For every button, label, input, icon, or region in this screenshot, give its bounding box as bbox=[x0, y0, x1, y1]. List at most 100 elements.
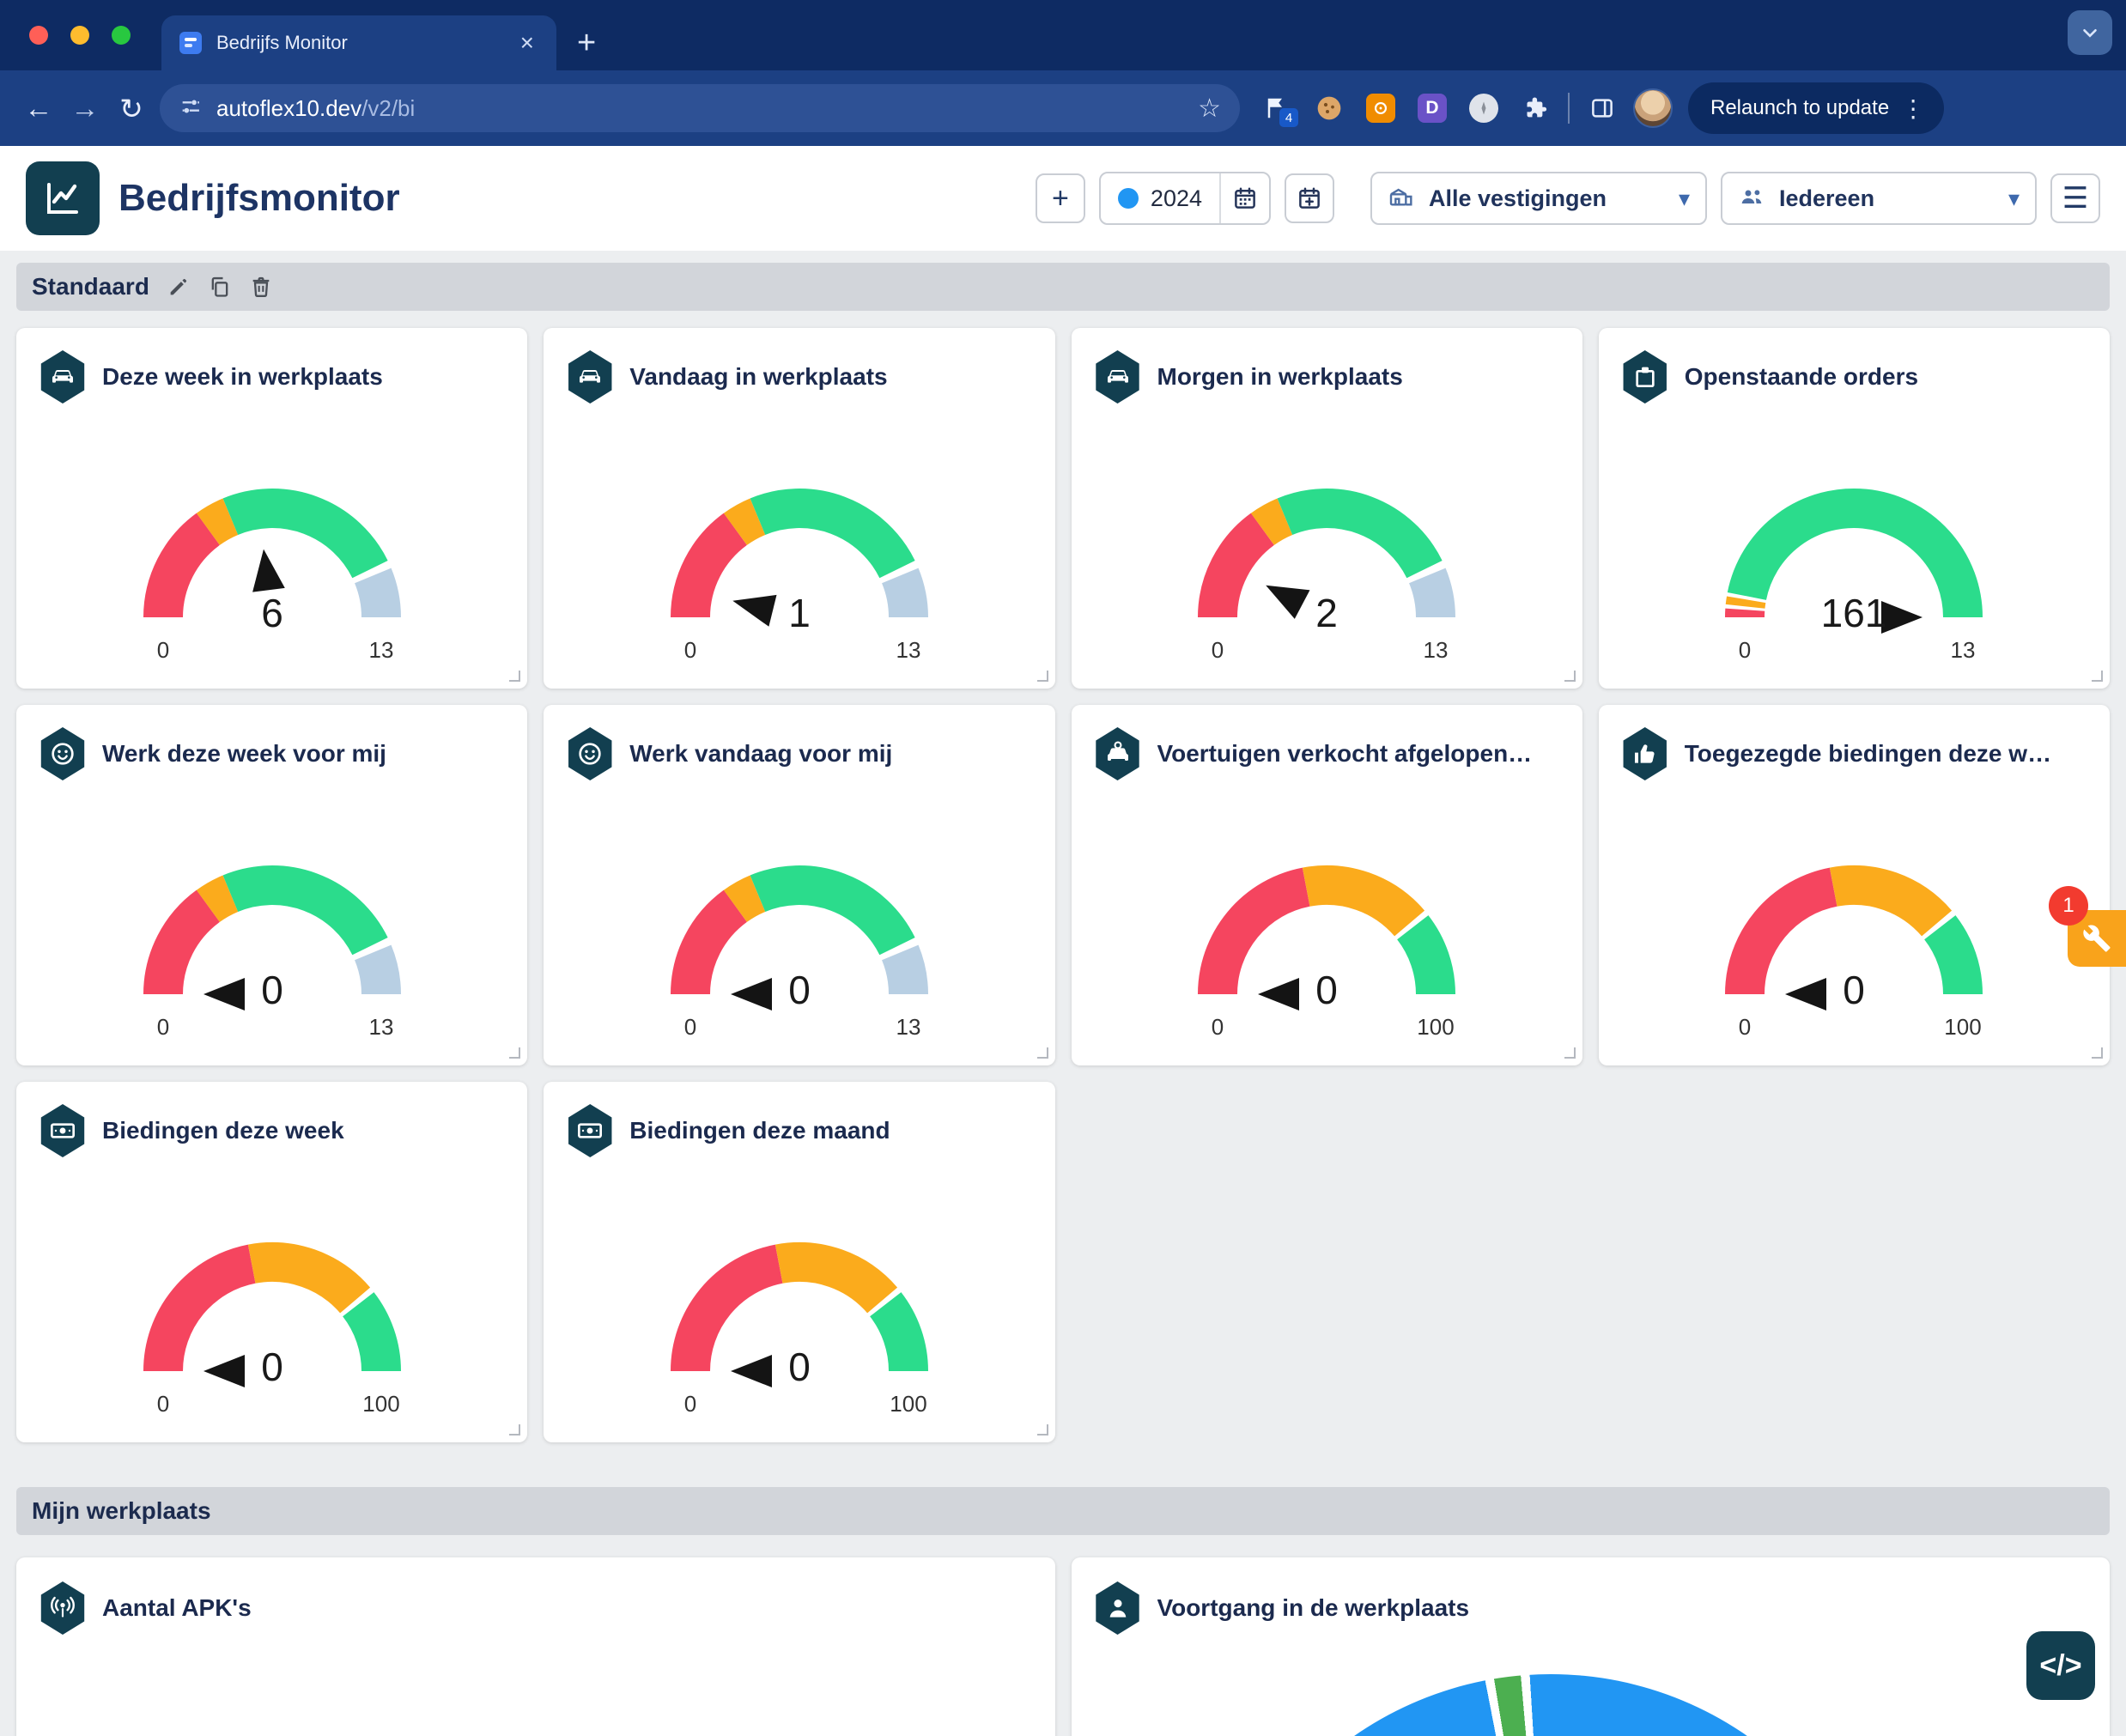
section-standaard: Standaard bbox=[16, 263, 2110, 311]
browser-toolbar: ← → ↻ autoflex10.dev/v2/bi ☆ 4 D bbox=[0, 70, 2126, 146]
people-filter-select[interactable]: Iedereen ▾ bbox=[1721, 172, 2037, 225]
resize-handle[interactable] bbox=[1037, 1047, 1048, 1059]
edit-pencil-icon[interactable] bbox=[167, 275, 191, 299]
calendar-add-icon[interactable] bbox=[1285, 173, 1334, 223]
resize-handle[interactable] bbox=[1037, 671, 1048, 682]
branch-filter-select[interactable]: Alle vestigingen ▾ bbox=[1370, 172, 1707, 225]
svg-text:13: 13 bbox=[896, 637, 920, 663]
url-text[interactable]: autoflex10.dev/v2/bi bbox=[216, 95, 1184, 122]
card-header: Voortgang in de werkplaats bbox=[1072, 1581, 2111, 1635]
reload-icon[interactable]: ↻ bbox=[108, 92, 155, 125]
car-icon bbox=[1094, 350, 1142, 404]
gauge-grid: Deze week in werkplaats 6013 Vandaag in … bbox=[16, 328, 2110, 1442]
gauge-card: Werk vandaag voor mij 0013 bbox=[544, 705, 1054, 1065]
card-header: Werk vandaag voor mij bbox=[544, 727, 1054, 780]
thumb-up-icon bbox=[1621, 727, 1669, 780]
minimize-window-button[interactable] bbox=[70, 26, 89, 45]
svg-text:1: 1 bbox=[788, 591, 811, 635]
branch-icon bbox=[1388, 183, 1415, 215]
svg-text:2: 2 bbox=[1315, 591, 1338, 635]
card-title: Openstaande orders bbox=[1685, 363, 1918, 391]
extension-badge: 4 bbox=[1279, 108, 1298, 127]
svg-text:100: 100 bbox=[890, 1391, 926, 1417]
svg-text:100: 100 bbox=[1945, 1014, 1982, 1040]
add-dashboard-button[interactable]: + bbox=[1036, 173, 1085, 223]
svg-text:0: 0 bbox=[156, 637, 168, 663]
bookmark-star-icon[interactable]: ☆ bbox=[1198, 94, 1221, 124]
year-label: 2024 bbox=[1151, 185, 1202, 212]
resize-handle[interactable] bbox=[509, 1424, 520, 1436]
side-panel-icon[interactable] bbox=[1580, 89, 1625, 127]
card-header: Vandaag in werkplaats bbox=[544, 350, 1054, 404]
new-tab-button[interactable]: + bbox=[577, 27, 596, 59]
close-window-button[interactable] bbox=[29, 26, 48, 45]
trash-icon[interactable] bbox=[249, 275, 273, 299]
svg-text:0: 0 bbox=[788, 968, 811, 1012]
gauge-card: Openstaande orders 161013 bbox=[1599, 328, 2110, 689]
svg-text:0: 0 bbox=[1844, 968, 1866, 1012]
notification-badge: 1 bbox=[2049, 886, 2088, 926]
card-title: Voertuigen verkocht afgelopen… bbox=[1157, 740, 1533, 768]
profile-avatar[interactable] bbox=[1633, 88, 1673, 128]
resize-handle[interactable] bbox=[1564, 671, 1576, 682]
gauge-chart: 2013 bbox=[1072, 407, 1582, 665]
card-title: Werk vandaag voor mij bbox=[629, 740, 892, 768]
kebab-menu-icon[interactable]: ⋮ bbox=[1889, 94, 1937, 123]
branch-filter-label: Alle vestigingen bbox=[1429, 185, 1607, 212]
section-mijn-werkplaats: Mijn werkplaats bbox=[16, 1487, 2110, 1535]
resize-handle[interactable] bbox=[2092, 671, 2103, 682]
svg-text:13: 13 bbox=[1424, 637, 1449, 663]
section-title: Mijn werkplaats bbox=[32, 1497, 211, 1525]
gauge-chart: 6013 bbox=[16, 407, 527, 665]
cash-icon bbox=[39, 1104, 87, 1157]
gauge-card: Voertuigen verkocht afgelopen… 00100 bbox=[1072, 705, 1582, 1065]
car-icon bbox=[39, 350, 87, 404]
extension-camera-icon[interactable] bbox=[1358, 89, 1403, 127]
tab-favicon-icon bbox=[179, 31, 203, 55]
site-settings-icon[interactable] bbox=[179, 94, 203, 123]
gauge-chart: 0013 bbox=[544, 784, 1054, 1041]
extension-flag-icon[interactable]: 4 bbox=[1255, 89, 1300, 127]
header-controls: + 2024 Alle vestigingen ▾ Iedereen bbox=[1036, 172, 2100, 225]
gauge-card: Biedingen deze week 00100 bbox=[16, 1082, 527, 1442]
resize-handle[interactable] bbox=[1037, 1424, 1048, 1436]
card-title: Deze week in werkplaats bbox=[102, 363, 383, 391]
svg-text:0: 0 bbox=[1212, 637, 1224, 663]
extension-d-icon[interactable]: D bbox=[1410, 89, 1455, 127]
chevron-down-icon[interactable] bbox=[2068, 10, 2112, 55]
year-status-dot bbox=[1118, 188, 1139, 209]
resize-handle[interactable] bbox=[2092, 1047, 2103, 1059]
browser-tab[interactable]: Bedrijfs Monitor × bbox=[161, 15, 556, 70]
relaunch-button[interactable]: Relaunch to update ⋮ bbox=[1688, 82, 1944, 134]
maximize-window-button[interactable] bbox=[112, 26, 131, 45]
apk-chart: 5 bbox=[16, 1635, 1055, 1736]
tab-close-icon[interactable]: × bbox=[515, 29, 539, 57]
extension-cookie-icon[interactable] bbox=[1307, 89, 1352, 127]
svg-text:100: 100 bbox=[1417, 1014, 1454, 1040]
calendar-icon[interactable] bbox=[1219, 173, 1269, 223]
resize-handle[interactable] bbox=[1564, 1047, 1576, 1059]
gauge-card: Werk deze week voor mij 0013 bbox=[16, 705, 527, 1065]
code-button[interactable]: </> bbox=[2026, 1631, 2095, 1700]
extension-compass-icon[interactable] bbox=[1461, 89, 1506, 127]
card-header: Deze week in werkplaats bbox=[16, 350, 527, 404]
card-title: Biedingen deze maand bbox=[629, 1117, 890, 1144]
menu-button[interactable]: ☰ bbox=[2050, 173, 2100, 223]
card-title: Voortgang in de werkplaats bbox=[1157, 1594, 1470, 1622]
copy-icon[interactable] bbox=[208, 275, 232, 299]
back-icon[interactable]: ← bbox=[15, 92, 62, 124]
svg-text:0: 0 bbox=[788, 1344, 811, 1389]
svg-text:0: 0 bbox=[684, 1014, 696, 1040]
forward-icon[interactable]: → bbox=[62, 92, 108, 124]
year-selector[interactable]: 2024 bbox=[1099, 172, 1271, 225]
svg-text:0: 0 bbox=[156, 1014, 168, 1040]
svg-text:0: 0 bbox=[261, 968, 283, 1012]
url-bar[interactable]: autoflex10.dev/v2/bi ☆ bbox=[160, 84, 1240, 132]
people-icon bbox=[1738, 183, 1765, 215]
gauge-chart: 161013 bbox=[1599, 407, 2110, 665]
apk-chart-card: Aantal APK's 5 bbox=[16, 1557, 1055, 1736]
resize-handle[interactable] bbox=[509, 671, 520, 682]
resize-handle[interactable] bbox=[509, 1047, 520, 1059]
extensions-puzzle-icon[interactable] bbox=[1513, 89, 1558, 127]
svg-text:0: 0 bbox=[1739, 637, 1751, 663]
